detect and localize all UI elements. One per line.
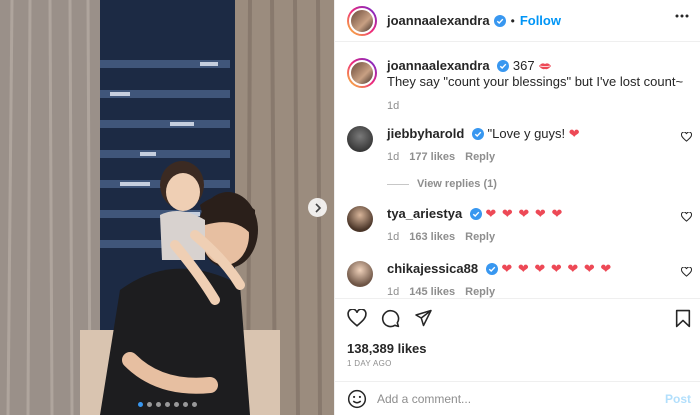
- comment-username[interactable]: tya_ariestya: [387, 206, 462, 221]
- comment-avatar[interactable]: [347, 206, 373, 232]
- verified-badge-icon: [469, 208, 482, 220]
- view-replies-button[interactable]: View replies (1): [387, 178, 497, 190]
- header-separator: •: [510, 13, 515, 28]
- comment-hearts: ❤: [568, 126, 581, 141]
- comment-username[interactable]: jiebbyharold: [387, 126, 464, 141]
- comment-like-heart-icon[interactable]: [681, 132, 692, 142]
- comment-avatar[interactable]: [347, 126, 373, 152]
- share-icon: [415, 309, 432, 327]
- carousel-dot: [146, 402, 152, 407]
- comment-item: tya_ariestya ❤ ❤ ❤ ❤ ❤ 1d 163 likes Reply: [347, 206, 692, 243]
- post-photo[interactable]: [0, 0, 334, 415]
- verified-badge-icon: [497, 60, 510, 72]
- instagram-post: joannaalexandra • Follow joannaalexandra…: [0, 0, 700, 415]
- carousel-dots: [0, 402, 334, 407]
- comment-age: 1d: [387, 231, 400, 243]
- comment-icon: [381, 309, 400, 328]
- comment-hearts: ❤ ❤ ❤ ❤ ❤: [485, 206, 564, 221]
- comment-button[interactable]: [381, 309, 400, 331]
- caption-age: 1d: [387, 100, 400, 112]
- comment-item: chikajessica88 ❤ ❤ ❤ ❤ ❤ ❤ ❤ 1d 145 likes…: [347, 261, 692, 298]
- follow-button[interactable]: Follow: [520, 13, 561, 28]
- carousel-next-button[interactable]: [308, 198, 327, 217]
- caption-username[interactable]: joannaalexandra: [387, 58, 490, 73]
- post-side-panel: joannaalexandra • Follow joannaalexandra…: [334, 0, 700, 415]
- bookmark-icon: [675, 309, 691, 328]
- heart-icon: [347, 308, 367, 327]
- comment-text: "Love y guys!: [487, 126, 566, 141]
- comment-input[interactable]: [377, 392, 647, 406]
- comment-age: 1d: [387, 151, 400, 163]
- photo-illustration: [0, 0, 334, 415]
- comment-likes[interactable]: 145 likes: [409, 286, 455, 298]
- carousel-dot: [191, 402, 197, 407]
- save-button[interactable]: [675, 309, 691, 331]
- carousel-dot: [173, 402, 179, 407]
- reply-button[interactable]: Reply: [465, 286, 495, 298]
- comment-username[interactable]: chikajessica88: [387, 261, 478, 276]
- comment-item: jiebbyharold "Love y guys! ❤ 1d 177 likes…: [347, 126, 692, 163]
- caption-text: They say "count your blessings" but I've…: [387, 74, 684, 89]
- carousel-dot: [137, 402, 143, 407]
- likes-count[interactable]: 138,389 likes: [347, 341, 427, 356]
- emoji-icon[interactable]: [347, 389, 367, 409]
- comment-avatar[interactable]: [347, 261, 373, 287]
- verified-badge-icon: [471, 128, 484, 140]
- verified-badge-icon: [493, 14, 506, 27]
- add-comment-bar: Post: [335, 381, 700, 416]
- comment-likes[interactable]: 177 likes: [409, 151, 455, 163]
- reply-button[interactable]: Reply: [465, 231, 495, 243]
- comment-like-heart-icon[interactable]: [681, 267, 692, 277]
- verified-badge-icon: [485, 263, 498, 275]
- post-header: joannaalexandra • Follow: [335, 0, 700, 42]
- reply-button[interactable]: Reply: [465, 151, 495, 163]
- post-caption: joannaalexandra 367 They say "count your…: [347, 58, 687, 112]
- chevron-right-icon: [314, 202, 321, 213]
- like-button[interactable]: [347, 308, 367, 331]
- kiss-lips-icon: [539, 63, 552, 70]
- post-actions: 138,389 likes 1 DAY AGO Post: [335, 298, 700, 415]
- carousel-dot: [182, 402, 188, 407]
- caption-count: 367: [512, 58, 535, 73]
- caption-avatar[interactable]: [347, 58, 377, 88]
- carousel-dot: [164, 402, 170, 407]
- comment-like-heart-icon[interactable]: [681, 212, 692, 222]
- share-button[interactable]: [414, 309, 433, 331]
- post-comment-button[interactable]: Post: [665, 392, 691, 406]
- post-date[interactable]: 1 DAY AGO: [347, 359, 392, 368]
- more-options-icon[interactable]: [675, 14, 689, 18]
- comment-likes[interactable]: 163 likes: [409, 231, 455, 243]
- view-replies-label: View replies (1): [417, 178, 497, 190]
- carousel-dot: [155, 402, 161, 407]
- author-avatar[interactable]: [347, 5, 377, 36]
- author-username[interactable]: joannaalexandra: [387, 13, 490, 28]
- comment-hearts: ❤ ❤ ❤ ❤ ❤ ❤ ❤: [501, 261, 613, 276]
- comment-age: 1d: [387, 286, 400, 298]
